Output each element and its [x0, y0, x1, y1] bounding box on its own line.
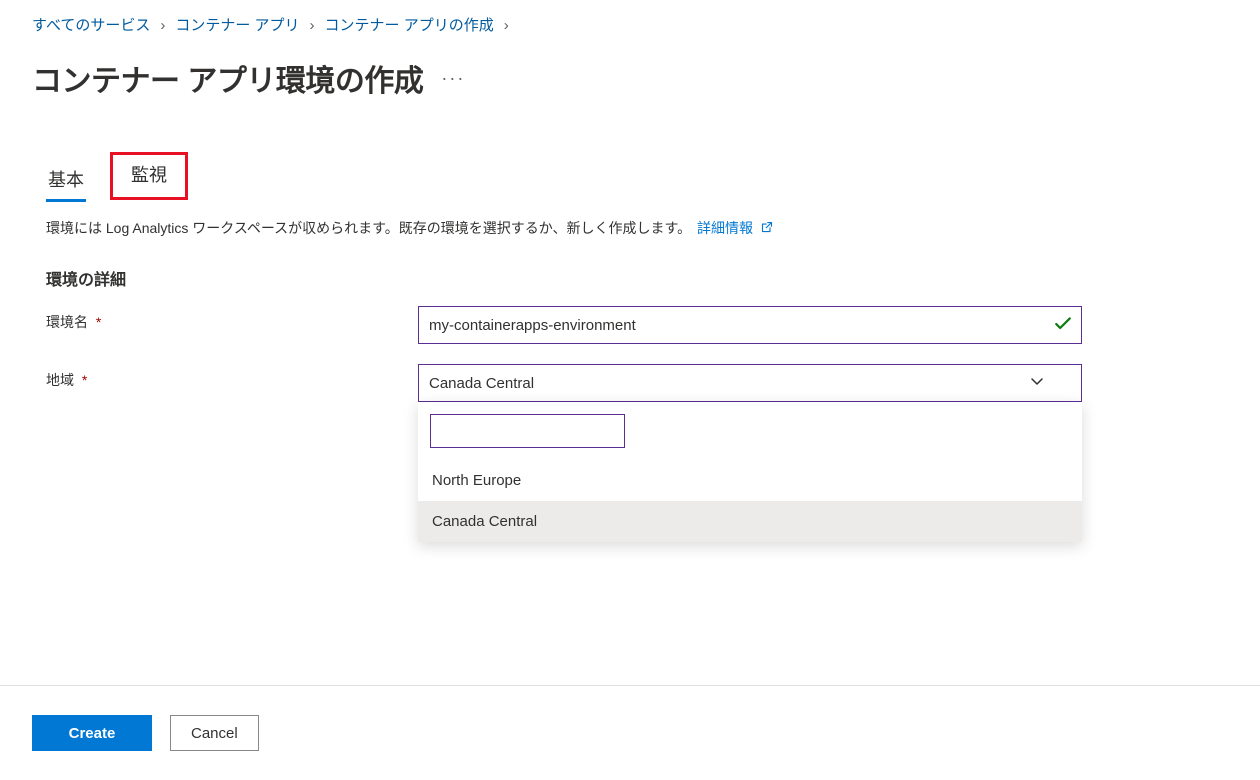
region-label: 地域: [46, 372, 74, 388]
cancel-button[interactable]: Cancel: [170, 715, 259, 751]
footer: Create Cancel: [0, 685, 1260, 780]
region-select[interactable]: Canada Central: [418, 364, 1082, 402]
tab-description: 環境には Log Analytics ワークスペースが収められます。既存の環境を…: [46, 218, 1260, 238]
check-icon: [1054, 315, 1072, 336]
region-option-canada-central[interactable]: Canada Central: [418, 501, 1082, 542]
region-option-north-europe[interactable]: North Europe: [418, 460, 1082, 501]
env-name-label: 環境名: [46, 314, 88, 330]
external-link-icon: [761, 220, 773, 236]
breadcrumb-link-all-services[interactable]: すべてのサービス: [32, 16, 150, 36]
chevron-right-icon: ›: [310, 16, 315, 36]
section-heading-env-details: 環境の詳細: [46, 266, 1260, 290]
required-asterisk: *: [96, 314, 101, 330]
tab-basic[interactable]: 基本: [46, 160, 86, 200]
region-dropdown-panel: North Europe Canada Central: [418, 402, 1082, 542]
env-name-input[interactable]: [418, 306, 1082, 344]
description-text: 環境には Log Analytics ワークスペースが収められます。既存の環境を…: [46, 220, 691, 236]
tab-bar: 基本 監視: [32, 152, 1260, 200]
chevron-right-icon: ›: [160, 16, 165, 36]
more-info-link[interactable]: 詳細情報: [697, 220, 753, 236]
chevron-down-icon: [1029, 373, 1045, 393]
region-filter-input[interactable]: [430, 414, 625, 448]
required-asterisk: *: [82, 372, 87, 388]
chevron-right-icon: ›: [504, 16, 509, 36]
page-title: コンテナー アプリ環境の作成: [32, 56, 423, 100]
breadcrumb-link-container-apps[interactable]: コンテナー アプリ: [175, 16, 299, 36]
breadcrumb: すべてのサービス › コンテナー アプリ › コンテナー アプリの作成 ›: [32, 16, 1260, 36]
breadcrumb-link-create-container-app[interactable]: コンテナー アプリの作成: [325, 16, 494, 36]
create-button[interactable]: Create: [32, 715, 152, 751]
region-selected-value: Canada Central: [429, 375, 534, 392]
tab-monitoring[interactable]: 監視: [110, 152, 188, 200]
more-actions-button[interactable]: ···: [441, 68, 465, 89]
